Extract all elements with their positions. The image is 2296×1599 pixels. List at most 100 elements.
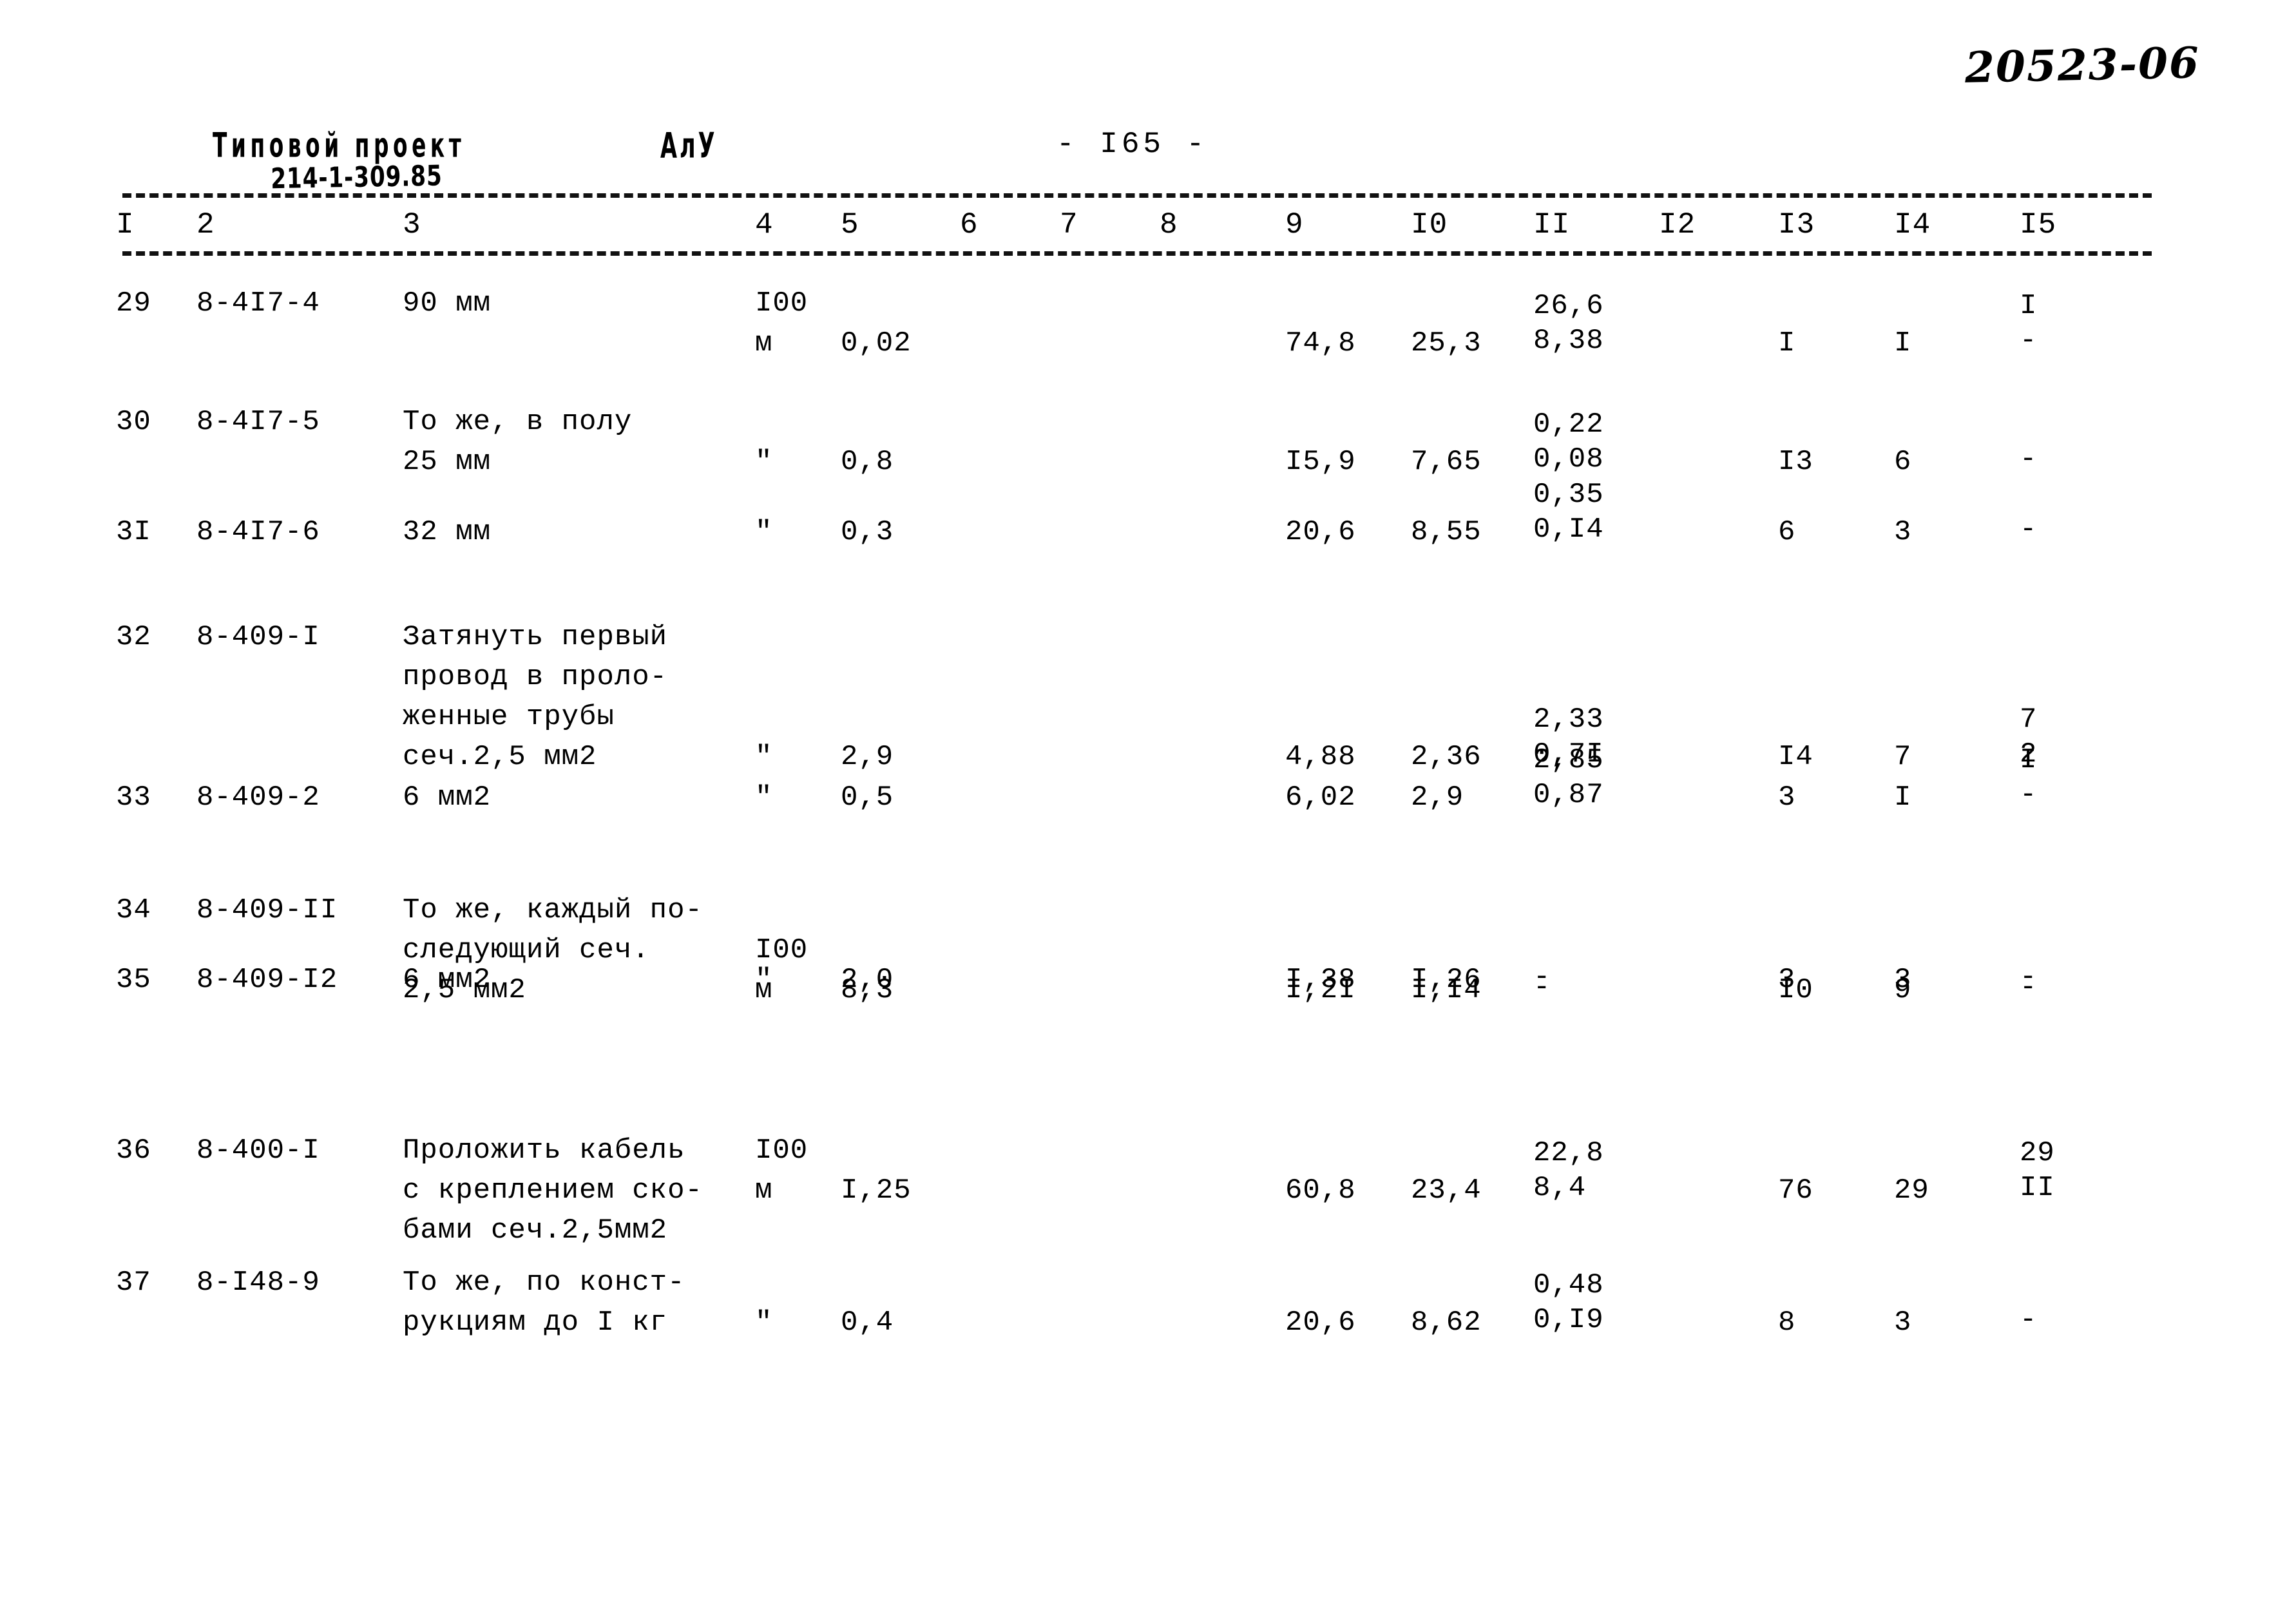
row-unit: " bbox=[755, 1307, 773, 1339]
row-labor-total: I,38 bbox=[1285, 964, 1356, 996]
row-position-number: 29 bbox=[116, 287, 151, 320]
row-count-15: II bbox=[2020, 1172, 2055, 1204]
row-count-14: 7 bbox=[1894, 741, 1912, 773]
row-machine-cost: 26,6 bbox=[1533, 290, 1604, 322]
column-header-12: I2 bbox=[1659, 208, 1696, 242]
row-count-15: I bbox=[2020, 290, 2038, 322]
row-description-line: сеч.2,5 мм2 bbox=[403, 741, 597, 773]
row-norm-code: 8-409-II bbox=[196, 894, 338, 926]
row-count-14: 29 bbox=[1894, 1174, 1929, 1207]
row-description-line: 90 мм bbox=[403, 287, 492, 320]
row-machine-cost: 0,08 bbox=[1533, 443, 1604, 475]
row-position-number: 3I bbox=[116, 516, 151, 548]
row-labor-total: 20,6 bbox=[1285, 516, 1356, 548]
row-norm-code: 8-4I7-5 bbox=[196, 406, 320, 438]
row-unit: I00 bbox=[755, 287, 808, 320]
row-machine-cost: 8,38 bbox=[1533, 325, 1604, 357]
row-labor-wage: 7,65 bbox=[1411, 446, 1482, 478]
row-count-13: 3 bbox=[1778, 964, 1796, 996]
row-count-13: 76 bbox=[1778, 1174, 1813, 1207]
row-quantity: 0,5 bbox=[841, 781, 894, 814]
row-unit: " bbox=[755, 741, 773, 773]
row-labor-wage: 23,4 bbox=[1411, 1174, 1482, 1207]
row-machine-cost: 0,48 bbox=[1533, 1269, 1604, 1301]
row-norm-code: 8-409-I2 bbox=[196, 964, 338, 996]
column-header-13: I3 bbox=[1778, 208, 1815, 242]
row-count-14: I bbox=[1894, 781, 1912, 814]
row-labor-total: I5,9 bbox=[1285, 446, 1356, 478]
row-machine-cost: 22,8 bbox=[1533, 1137, 1604, 1169]
row-description-line: рукциям до I кг bbox=[403, 1307, 668, 1339]
row-quantity: 0,4 bbox=[841, 1307, 894, 1339]
row-norm-code: 8-4I7-4 bbox=[196, 287, 320, 320]
row-position-number: 35 bbox=[116, 964, 151, 996]
row-unit: I00 bbox=[755, 1135, 808, 1167]
row-description-line: То же, по конст- bbox=[403, 1267, 685, 1299]
row-labor-total: 60,8 bbox=[1285, 1174, 1356, 1207]
row-unit: м bbox=[755, 1174, 773, 1207]
row-quantity: 0,8 bbox=[841, 446, 894, 478]
row-machine-cost: 2,33 bbox=[1533, 704, 1604, 736]
row-unit: " bbox=[755, 446, 773, 478]
row-labor-wage: 25,3 bbox=[1411, 327, 1482, 359]
row-labor-total: 4,88 bbox=[1285, 741, 1356, 773]
row-machine-cost: 0,I4 bbox=[1533, 513, 1604, 546]
row-position-number: 30 bbox=[116, 406, 151, 438]
row-labor-wage: 2,36 bbox=[1411, 741, 1482, 773]
row-count-14: 6 bbox=[1894, 446, 1912, 478]
column-header-5: 5 bbox=[841, 208, 859, 242]
row-description-line: То же, каждый по- bbox=[403, 894, 703, 926]
row-count-15: - bbox=[2020, 325, 2038, 357]
row-unit: " bbox=[755, 516, 773, 548]
row-count-13: 6 bbox=[1778, 516, 1796, 548]
row-machine-cost: 0,22 bbox=[1533, 408, 1604, 441]
row-unit: " bbox=[755, 964, 773, 996]
row-description-line: провод в проло- bbox=[403, 661, 668, 693]
row-norm-code: 8-409-2 bbox=[196, 781, 320, 814]
row-labor-total: 20,6 bbox=[1285, 1307, 1356, 1339]
row-quantity: 2,9 bbox=[841, 741, 894, 773]
scanned-page: 20523-06 Типовой проект 214-1-309.85 АлУ… bbox=[0, 0, 2296, 1599]
row-quantity: 0,02 bbox=[841, 327, 912, 359]
column-header-11: II bbox=[1533, 208, 1571, 242]
row-labor-wage: 2,9 bbox=[1411, 781, 1464, 814]
row-count-13: 3 bbox=[1778, 781, 1796, 814]
row-norm-code: 8-400-I bbox=[196, 1135, 320, 1167]
row-count-13: 8 bbox=[1778, 1307, 1796, 1339]
row-norm-code: 8-I48-9 bbox=[196, 1267, 320, 1299]
row-machine-cost: - bbox=[1533, 961, 1551, 993]
column-header-9: 9 bbox=[1285, 208, 1304, 242]
row-position-number: 33 bbox=[116, 781, 151, 814]
row-labor-wage: I,26 bbox=[1411, 964, 1482, 996]
row-count-15: - bbox=[2020, 513, 2038, 546]
column-header-15: I5 bbox=[2020, 208, 2057, 242]
row-count-14: 3 bbox=[1894, 516, 1912, 548]
row-description-line: бами сеч.2,5мм2 bbox=[403, 1214, 668, 1247]
column-header-2: 2 bbox=[196, 208, 215, 242]
column-header-7: 7 bbox=[1060, 208, 1078, 242]
row-machine-cost: 0,35 bbox=[1533, 479, 1604, 511]
row-norm-code: 8-4I7-6 bbox=[196, 516, 320, 548]
row-machine-cost: 8,4 bbox=[1533, 1172, 1587, 1204]
row-count-15: - bbox=[2020, 779, 2038, 811]
row-machine-cost: 2,85 bbox=[1533, 744, 1604, 776]
specification-table: I 2 3 4 5 6 7 8 9 I0 II I2 I3 I4 I5 29 8-4I7-4 90 мм I00 м… bbox=[0, 0, 2296, 1599]
row-count-13: I bbox=[1778, 327, 1796, 359]
column-header-4: 4 bbox=[755, 208, 774, 242]
row-quantity: 0,3 bbox=[841, 516, 894, 548]
row-count-13: I3 bbox=[1778, 446, 1813, 478]
column-header-6: 6 bbox=[960, 208, 979, 242]
row-description-line: Проложить кабель bbox=[403, 1135, 685, 1167]
row-machine-cost: 0,I9 bbox=[1533, 1304, 1604, 1336]
row-labor-wage: 8,55 bbox=[1411, 516, 1482, 548]
row-count-15: I bbox=[2020, 744, 2038, 776]
row-count-14: 3 bbox=[1894, 1307, 1912, 1339]
column-header-14: I4 bbox=[1894, 208, 1931, 242]
row-position-number: 36 bbox=[116, 1135, 151, 1167]
row-count-13: I4 bbox=[1778, 741, 1813, 773]
row-position-number: 32 bbox=[116, 621, 151, 653]
row-labor-wage: 8,62 bbox=[1411, 1307, 1482, 1339]
row-description-line: 6 мм2 bbox=[403, 781, 492, 814]
row-description-line: 6 мм2 bbox=[403, 964, 492, 996]
row-position-number: 34 bbox=[116, 894, 151, 926]
